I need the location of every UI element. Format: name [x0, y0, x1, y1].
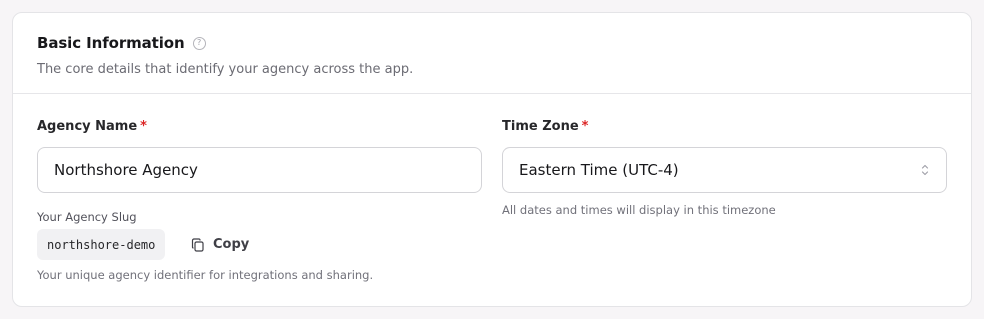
agency-name-group: Agency Name * Northshore Agency — [37, 119, 482, 193]
time-zone-label: Time Zone * — [502, 119, 589, 134]
agency-slug-chip: northshore-demo — [37, 229, 166, 260]
time-zone-group: Time Zone * Eastern Time (UTC-4) All date… — [502, 119, 947, 217]
time-zone-select[interactable]: Eastern Time (UTC-4) — [502, 147, 947, 193]
required-marker: * — [581, 119, 589, 134]
basic-information-card: Basic Information ? The core details tha… — [12, 12, 972, 307]
question-circle-icon[interactable]: ? — [192, 36, 206, 50]
copy-button-label: Copy — [213, 237, 250, 252]
card-header: Basic Information ? The core details tha… — [13, 13, 971, 94]
agency-name-input[interactable]: Northshore Agency — [37, 147, 482, 193]
agency-name-label: Agency Name * — [37, 119, 147, 134]
copy-icon — [191, 237, 204, 252]
chevron-up-down-icon — [921, 164, 929, 176]
section-title: Basic Information — [37, 34, 185, 52]
copy-slug-button[interactable]: Copy — [185, 229, 255, 260]
time-zone-helper: All dates and times will display in this… — [502, 203, 776, 217]
agency-slug-label: Your Agency Slug — [37, 210, 137, 224]
required-marker: * — [140, 119, 147, 134]
agency-slug-helper: Your unique agency identifier for integr… — [37, 268, 374, 282]
time-zone-value: Eastern Time (UTC-4) — [519, 161, 679, 179]
section-subtitle: The core details that identify your agen… — [37, 62, 414, 77]
agency-name-value: Northshore Agency — [54, 161, 198, 179]
